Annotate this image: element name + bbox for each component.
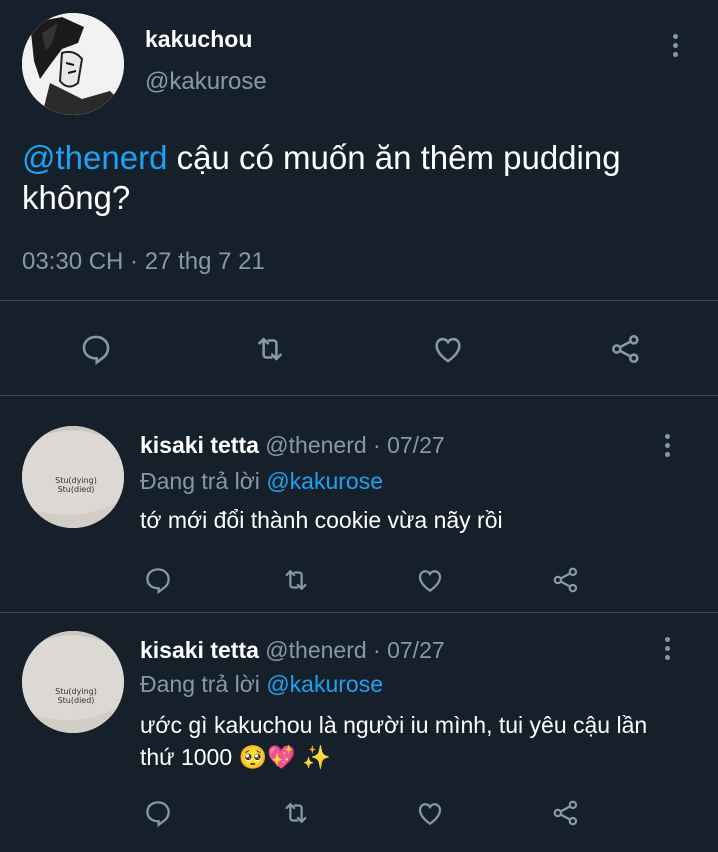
retweet-icon[interactable] xyxy=(278,795,314,831)
display-name[interactable]: kisaki tetta xyxy=(140,432,259,458)
share-icon[interactable] xyxy=(606,329,646,369)
mention-link[interactable]: @thenerd xyxy=(22,139,167,176)
vertical-dots-icon[interactable] xyxy=(657,637,677,667)
avatar[interactable] xyxy=(22,13,124,115)
avatar-illustration xyxy=(22,13,124,115)
speech-bubble-icon[interactable] xyxy=(140,562,176,598)
share-icon[interactable] xyxy=(548,562,584,598)
reply-text: ước gì kakuchou là người iu mình, tui yê… xyxy=(140,712,648,770)
user-handle[interactable]: @thenerd xyxy=(265,637,366,663)
avatar[interactable]: Stu(dying) Stu(died) xyxy=(22,631,124,733)
divider xyxy=(0,300,718,301)
avatar[interactable]: Stu(dying) Stu(died) xyxy=(22,426,124,528)
tweet-timestamp: 03:30 CH · 27 thg 7 21 xyxy=(22,248,265,276)
meta-separator: · xyxy=(123,248,145,275)
display-name[interactable]: kakuchou xyxy=(145,26,252,53)
reply-author[interactable]: kisaki tetta @thenerd · 07/27 xyxy=(140,432,445,459)
main-tweet: kakuchou @kakurose @thenerd cậu có muốn … xyxy=(0,0,718,396)
user-handle[interactable]: @kakurose xyxy=(145,68,267,96)
retweet-icon[interactable] xyxy=(250,329,290,369)
speech-bubble-icon[interactable] xyxy=(76,329,116,369)
share-icon[interactable] xyxy=(548,795,584,831)
vertical-dots-icon[interactable] xyxy=(665,34,685,64)
avatar-shirt-text: Stu(dying) Stu(died) xyxy=(55,476,97,494)
heart-icon[interactable] xyxy=(428,329,468,369)
reply-author[interactable]: kisaki tetta @thenerd · 07/27 xyxy=(140,637,445,664)
tweet-time: 03:30 CH xyxy=(22,248,124,275)
mention-link[interactable]: @kakurose xyxy=(266,671,383,697)
avatar-shirt-text: Stu(dying) Stu(died) xyxy=(55,687,97,705)
speech-bubble-icon[interactable] xyxy=(140,795,176,831)
display-name[interactable]: kisaki tetta xyxy=(140,637,259,663)
retweet-icon[interactable] xyxy=(278,562,314,598)
reply-tweet[interactable]: Stu(dying) Stu(died) kisaki tetta @thene… xyxy=(0,396,718,612)
replying-to: Đang trả lời @kakurose xyxy=(140,468,383,494)
heart-icon[interactable] xyxy=(412,562,448,598)
vertical-dots-icon[interactable] xyxy=(657,434,677,464)
replying-to: Đang trả lời @kakurose xyxy=(140,671,383,697)
user-handle[interactable]: @thenerd xyxy=(265,432,366,458)
reply-tweet[interactable]: Stu(dying) Stu(died) kisaki tetta @thene… xyxy=(0,613,718,852)
reply-text: tớ mới đổi thành cookie vừa nãy rồi xyxy=(140,507,503,533)
mention-link[interactable]: @kakurose xyxy=(266,468,383,494)
reply-date: · 07/27 xyxy=(366,637,445,663)
tweet-date: 27 thg 7 21 xyxy=(144,248,265,275)
heart-icon[interactable] xyxy=(412,795,448,831)
reply-date: · 07/27 xyxy=(366,432,445,458)
avatar-shirt-shading xyxy=(22,631,124,733)
tweet-text: @thenerd cậu có muốn ăn thêm pudding khô… xyxy=(22,138,692,218)
